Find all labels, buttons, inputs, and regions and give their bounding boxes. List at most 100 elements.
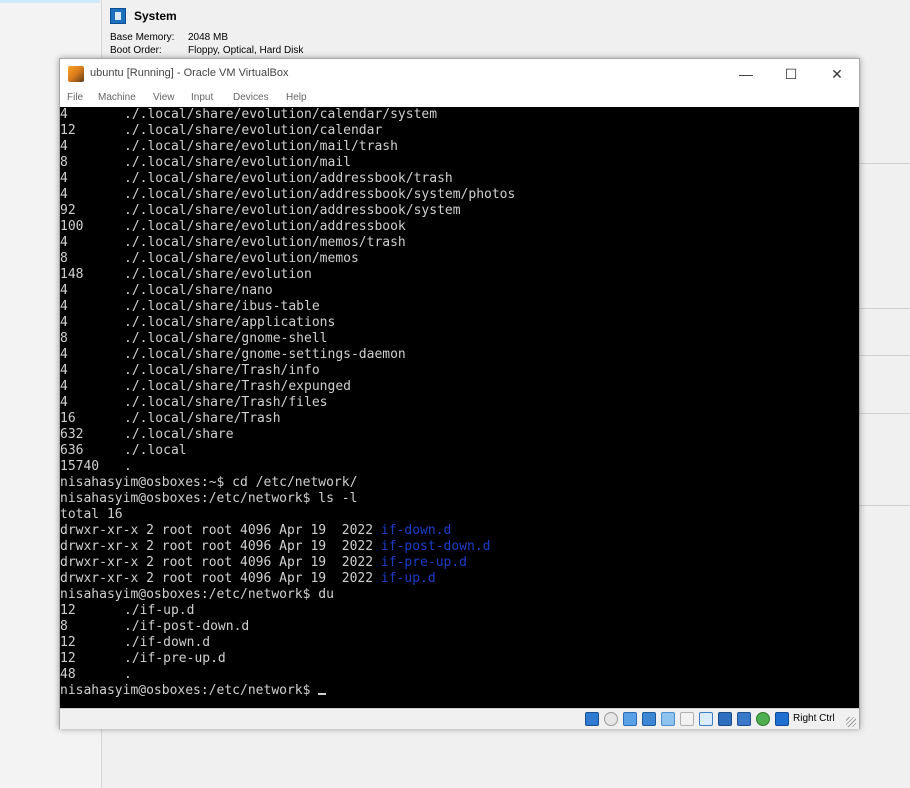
network-icon[interactable] bbox=[642, 712, 656, 726]
resize-grip[interactable] bbox=[846, 717, 856, 727]
du-output-line: 4 ./.local/share/Trash/files bbox=[60, 395, 859, 411]
hard-disk-icon[interactable] bbox=[585, 712, 599, 726]
du-output-line: 12 ./if-up.d bbox=[60, 603, 859, 619]
video-capture-icon[interactable] bbox=[718, 712, 732, 726]
row-label: Base Memory: bbox=[110, 32, 175, 43]
size-value: 12 bbox=[60, 635, 76, 650]
du-output-line: 636 ./.local bbox=[60, 443, 859, 459]
menu-input[interactable]: Input bbox=[191, 92, 213, 103]
du-output-line: 4 ./.local/share/evolution/mail/trash bbox=[60, 139, 859, 155]
size-value: 8 bbox=[60, 331, 68, 346]
mouse-integration-icon[interactable] bbox=[756, 712, 770, 726]
minimize-button[interactable]: — bbox=[731, 63, 761, 85]
du-output-line: 4 ./.local/share/nano bbox=[60, 283, 859, 299]
path-value: ./.local/share/ibus-table bbox=[124, 299, 320, 314]
path-value: ./.local/share/Trash/files bbox=[124, 395, 328, 410]
system-section-header[interactable]: System bbox=[110, 8, 177, 24]
size-value: 4 bbox=[60, 107, 68, 122]
divider bbox=[860, 505, 910, 506]
du-output-line: 4 ./.local/share/evolution/memos/trash bbox=[60, 235, 859, 251]
du-output-line: 632 ./.local/share bbox=[60, 427, 859, 443]
row-label: Boot Order: bbox=[110, 45, 162, 56]
path-value: ./.local/share/evolution/mail bbox=[124, 155, 351, 170]
file-meta: drwxr-xr-x 2 root root 4096 Apr 19 2022 bbox=[60, 555, 381, 570]
size-value: 4 bbox=[60, 187, 68, 202]
path-value: ./.local/share/gnome-settings-daemon bbox=[124, 347, 406, 362]
virtualbox-icon bbox=[68, 66, 84, 82]
size-value: 4 bbox=[60, 235, 68, 250]
usb-icon[interactable] bbox=[661, 712, 675, 726]
size-value: 92 bbox=[60, 203, 76, 218]
host-key-label: Right Ctrl bbox=[793, 713, 835, 724]
ls-output-line: drwxr-xr-x 2 root root 4096 Apr 19 2022 … bbox=[60, 539, 859, 555]
menu-bar: File Machine View Input Devices Help bbox=[60, 89, 859, 107]
text-cursor bbox=[318, 693, 327, 695]
menu-help[interactable]: Help bbox=[286, 92, 307, 103]
du-output-line: 4 ./.local/share/ibus-table bbox=[60, 299, 859, 315]
optical-disk-icon[interactable] bbox=[604, 712, 618, 726]
size-value: 16 bbox=[60, 411, 76, 426]
size-value: 8 bbox=[60, 155, 68, 170]
menu-machine[interactable]: Machine bbox=[98, 92, 136, 103]
file-meta: drwxr-xr-x 2 root root 4096 Apr 19 2022 bbox=[60, 523, 381, 538]
path-value: ./if-up.d bbox=[124, 603, 195, 618]
size-value: 4 bbox=[60, 395, 68, 410]
divider bbox=[860, 355, 910, 356]
command-line: nisahasyim@osboxes:~$ cd /etc/network/ bbox=[60, 475, 859, 491]
size-value: 48 bbox=[60, 667, 76, 682]
audio-icon[interactable] bbox=[623, 712, 637, 726]
menu-file[interactable]: File bbox=[67, 92, 83, 103]
close-button[interactable]: ✕ bbox=[822, 63, 852, 85]
path-value: ./.local/share/evolution bbox=[124, 267, 312, 282]
terminal-screen[interactable]: 4 ./.local/share/evolution/calendar/syste… bbox=[60, 107, 859, 708]
size-value: 12 bbox=[60, 603, 76, 618]
path-value: ./.local/share/evolution/calendar bbox=[124, 123, 383, 138]
title-bar[interactable]: ubuntu [Running] - Oracle VM VirtualBox … bbox=[60, 59, 859, 89]
row-value: Floppy, Optical, Hard Disk bbox=[188, 45, 304, 56]
menu-devices[interactable]: Devices bbox=[233, 92, 269, 103]
path-value: ./.local/share/Trash/expunged bbox=[124, 379, 351, 394]
window-title: ubuntu [Running] - Oracle VM VirtualBox bbox=[90, 67, 289, 79]
chip-icon bbox=[110, 8, 126, 24]
size-value: 4 bbox=[60, 283, 68, 298]
path-value: ./if-post-down.d bbox=[124, 619, 250, 634]
keyboard-icon[interactable] bbox=[775, 712, 789, 726]
du-output-line: 4 ./.local/share/applications bbox=[60, 315, 859, 331]
vm-window: ubuntu [Running] - Oracle VM VirtualBox … bbox=[59, 58, 860, 729]
path-value: . bbox=[124, 667, 132, 682]
command-text: nisahasyim@osboxes:~$ cd /etc/network/ bbox=[60, 475, 358, 490]
path-value: ./.local/share/evolution/calendar/system bbox=[124, 107, 438, 122]
path-value: ./.local bbox=[124, 443, 187, 458]
size-value: 632 bbox=[60, 427, 84, 442]
size-value: 636 bbox=[60, 443, 84, 458]
size-value: 4 bbox=[60, 347, 68, 362]
du-output-line: 8 ./.local/share/evolution/mail bbox=[60, 155, 859, 171]
path-value: ./if-pre-up.d bbox=[124, 651, 226, 666]
directory-name: if-pre-up.d bbox=[380, 555, 467, 570]
maximize-button[interactable]: ☐ bbox=[776, 63, 806, 85]
total-text: total 16 bbox=[60, 507, 123, 522]
menu-view[interactable]: View bbox=[153, 92, 175, 103]
ls-output-line: drwxr-xr-x 2 root root 4096 Apr 19 2022 … bbox=[60, 523, 859, 539]
path-value: ./.local/share/applications bbox=[124, 315, 336, 330]
shared-folders-icon[interactable] bbox=[680, 712, 694, 726]
du-output-line: 8 ./.local/share/gnome-shell bbox=[60, 331, 859, 347]
size-value: 12 bbox=[60, 123, 76, 138]
path-value: ./.local/share bbox=[124, 427, 234, 442]
cpu-icon[interactable] bbox=[737, 712, 751, 726]
divider bbox=[860, 413, 910, 414]
path-value: ./.local/share/evolution/mail/trash bbox=[124, 139, 398, 154]
file-meta: drwxr-xr-x 2 root root 4096 Apr 19 2022 bbox=[60, 539, 381, 554]
du-output-line: 12 ./if-down.d bbox=[60, 635, 859, 651]
size-value: 4 bbox=[60, 139, 68, 154]
command-line: nisahasyim@osboxes:/etc/network$ ls -l bbox=[60, 491, 859, 507]
path-value: ./.local/share/gnome-shell bbox=[124, 331, 328, 346]
du-output-line: 15740. bbox=[60, 459, 859, 475]
du-output-line: 4 ./.local/share/Trash/expunged bbox=[60, 379, 859, 395]
path-value: ./.local/share/evolution/addressbook/sys… bbox=[124, 203, 461, 218]
display-icon[interactable] bbox=[699, 712, 713, 726]
path-value: . bbox=[124, 459, 132, 474]
size-value: 4 bbox=[60, 315, 68, 330]
du-output-line: 4 ./.local/share/evolution/addressbook/tr… bbox=[60, 171, 859, 187]
du-output-line: 4 ./.local/share/evolution/addressbook/sy… bbox=[60, 187, 859, 203]
